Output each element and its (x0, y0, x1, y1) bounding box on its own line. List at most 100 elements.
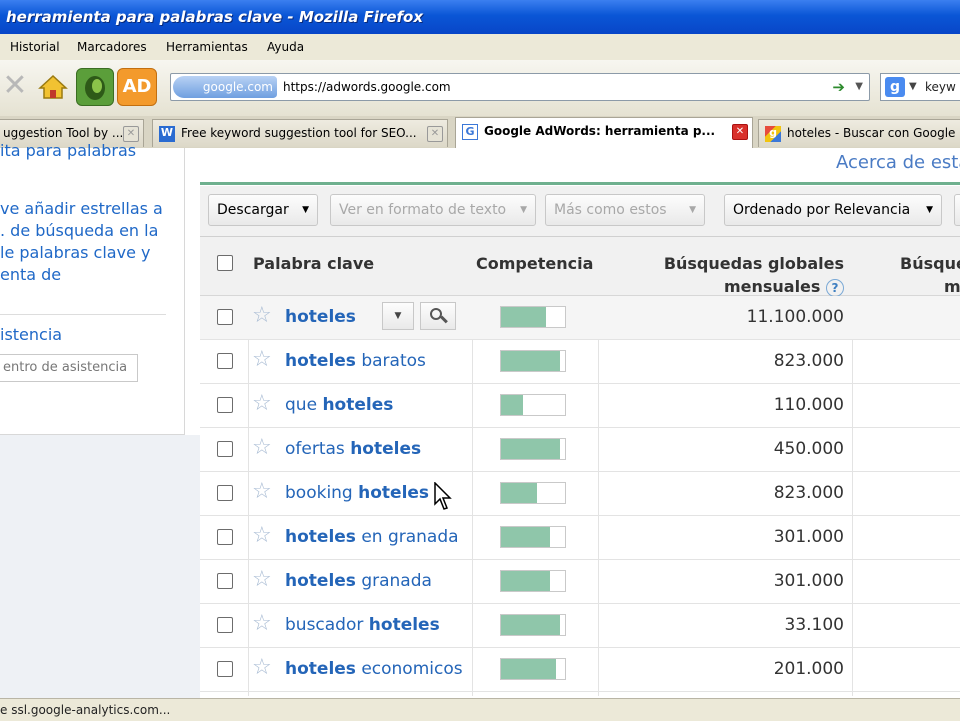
search-preview-button[interactable] (420, 302, 456, 330)
menu-ayuda[interactable]: Ayuda (267, 34, 304, 60)
url-dropdown-icon[interactable]: ▼ (855, 76, 863, 98)
header-divider (200, 182, 960, 185)
page-content: ita para palabras ve añadir estrellas a … (0, 141, 960, 698)
search-engine-dropdown-icon[interactable]: ▼ (909, 74, 917, 100)
toolbar-extra-button[interactable] (954, 194, 960, 226)
table-row[interactable]: ☆ hoteles en granada 301.000 (200, 516, 960, 560)
download-button[interactable]: Descargar ▼ (208, 194, 318, 226)
keyword-bold-term: hoteles (350, 439, 422, 459)
home-button[interactable] (34, 68, 72, 106)
keyword-link[interactable]: hoteles baratos (285, 340, 426, 383)
text-view-button[interactable]: Ver en formato de texto ▼ (330, 194, 536, 226)
keyword-link[interactable]: que hoteles (285, 384, 393, 427)
about-link[interactable]: Acerca de esta (836, 152, 960, 173)
google-search-engine-icon[interactable]: g (885, 77, 905, 97)
competition-bar (500, 394, 566, 416)
keyword-link[interactable]: hoteles economicos (285, 648, 463, 691)
row-actions: ▼ (382, 302, 458, 330)
keyword-tool-main: Acerca de esta Descargar ▼ Ver en format… (200, 148, 960, 698)
column-competition[interactable]: Competencia (476, 252, 593, 275)
keyword-link[interactable]: buscador hoteles (285, 604, 440, 647)
star-icon[interactable]: ☆ (252, 392, 272, 416)
star-icon[interactable]: ☆ (252, 436, 272, 460)
star-icon[interactable]: ☆ (252, 656, 272, 680)
evernote-button[interactable] (76, 68, 114, 106)
star-icon[interactable]: ☆ (252, 304, 272, 328)
tab-close-icon[interactable]: ✕ (732, 124, 748, 140)
competition-bar (500, 570, 566, 592)
keyword-suffix: granada (355, 571, 432, 591)
status-text: e ssl.google-analytics.com... (0, 703, 171, 717)
star-icon[interactable]: ☆ (252, 568, 272, 592)
keyword-bold-term: hoteles (285, 659, 356, 679)
star-icon[interactable]: ☆ (252, 524, 272, 548)
keyword-link[interactable]: hoteles (285, 296, 356, 339)
tab-google-adwords[interactable]: G Google AdWords: herramienta p... ✕ (455, 117, 753, 148)
stop-button[interactable]: ✕ (0, 68, 34, 106)
table-row[interactable]: ☆ booking hoteles 823.000 (200, 472, 960, 516)
table-row[interactable]: ☆ buscador hoteles 33.100 (200, 604, 960, 648)
row-checkbox[interactable] (217, 529, 233, 545)
row-checkbox[interactable] (217, 617, 233, 633)
keyword-bold-term: hoteles (358, 483, 430, 503)
column-local-searches[interactable]: Búsque m (900, 252, 960, 298)
table-row[interactable]: ☆ hoteles baratos 823.000 (200, 340, 960, 384)
row-checkbox[interactable] (217, 397, 233, 413)
star-icon[interactable]: ☆ (252, 480, 272, 504)
sidebar-tip-line[interactable]: . de búsqueda en la (0, 220, 158, 242)
row-checkbox[interactable] (217, 309, 233, 325)
star-icon[interactable]: ☆ (252, 612, 272, 636)
sidebar-tool-link[interactable]: ita para palabras (0, 140, 136, 162)
more-like-these-button[interactable]: Más como estos ▼ (545, 194, 705, 226)
column-global-searches[interactable]: Búsquedas globales mensuales ? (664, 252, 844, 298)
row-checkbox[interactable] (217, 353, 233, 369)
search-input[interactable]: keyw (925, 74, 956, 100)
table-row[interactable]: ☆ hoteles granada 301.000 (200, 560, 960, 604)
sidebar-tip-line[interactable]: enta de (0, 264, 61, 286)
row-checkbox[interactable] (217, 441, 233, 457)
keyword-link[interactable]: hoteles granada (285, 560, 432, 603)
row-checkbox[interactable] (217, 485, 233, 501)
sidebar-tip-line[interactable]: ve añadir estrellas a (0, 198, 163, 220)
url-text[interactable]: https://adwords.google.com (283, 74, 451, 100)
keyword-bold-term: hoteles (285, 571, 356, 591)
search-bar[interactable]: g ▼ keyw (880, 73, 960, 101)
star-icon[interactable]: ☆ (252, 348, 272, 372)
competition-bar-fill (501, 615, 560, 635)
url-bar[interactable]: google.com https://adwords.google.com ➔ … (170, 73, 870, 101)
tab-close-icon[interactable]: ✕ (427, 126, 443, 142)
table-row[interactable]: ☆ hoteles economicos 201.000 (200, 648, 960, 692)
tab-free-keyword-tool[interactable]: W Free keyword suggestion tool for SEO..… (152, 119, 448, 147)
column-global-line2: mensuales (723, 277, 821, 296)
table-row[interactable]: ☆ hoteles 11.100.000 ▼ (200, 296, 960, 340)
sort-label: Ordenado por Relevancia (733, 202, 911, 218)
row-checkbox[interactable] (217, 573, 233, 589)
competition-bar-fill (501, 395, 523, 415)
menu-historial[interactable]: Historial (10, 34, 60, 60)
tab-label: Free keyword suggestion tool for SEO... (181, 126, 417, 140)
chevron-down-icon: ▼ (926, 205, 933, 215)
keyword-link[interactable]: booking hoteles (285, 472, 429, 515)
menu-herramientas[interactable]: Herramientas (166, 34, 248, 60)
sidebar-tip-line[interactable]: le palabras clave y (0, 242, 150, 264)
select-all-checkbox[interactable] (217, 255, 233, 271)
menu-marcadores[interactable]: Marcadores (77, 34, 147, 60)
go-arrow-icon[interactable]: ➔ (832, 76, 845, 98)
competition-bar (500, 614, 566, 636)
column-keyword[interactable]: Palabra clave (253, 252, 374, 275)
help-icon[interactable]: ? (826, 278, 844, 297)
keyword-link[interactable]: ofertas hoteles (285, 428, 421, 471)
keyword-link[interactable]: hoteles en granada (285, 516, 459, 559)
table-row[interactable]: ☆ ofertas hoteles 450.000 (200, 428, 960, 472)
sort-dropdown[interactable]: Ordenado por Relevancia ▼ (724, 194, 942, 226)
row-dropdown-button[interactable]: ▼ (382, 302, 414, 330)
sidebar-help-link[interactable]: istencia (0, 324, 62, 346)
tab-hoteles-google[interactable]: g hoteles - Buscar con Google (758, 119, 960, 147)
status-bar: e ssl.google-analytics.com... (0, 698, 960, 721)
ad-addon-button[interactable]: AD (117, 68, 157, 106)
keyword-prefix: booking (285, 483, 359, 503)
table-row[interactable]: ☆ que hoteles 110.000 (200, 384, 960, 428)
site-identity-button[interactable]: google.com (173, 76, 277, 98)
help-center-search-input[interactable]: entro de asistencia (0, 354, 138, 382)
row-checkbox[interactable] (217, 661, 233, 677)
